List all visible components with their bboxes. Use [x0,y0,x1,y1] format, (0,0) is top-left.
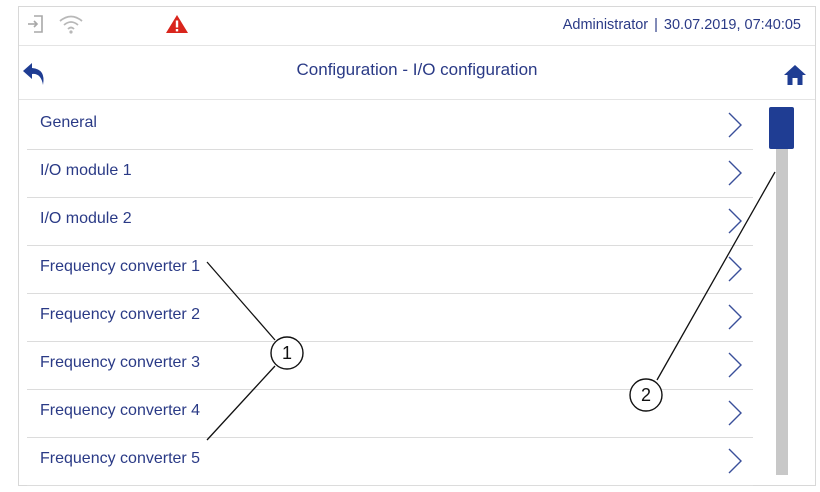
list-item-label: I/O module 2 [40,210,132,227]
page-title: Configuration - I/O configuration [296,60,538,79]
list-item-io-module-1[interactable]: I/O module 1 [27,150,753,198]
status-separator: | [654,17,658,33]
user-name: Administrator [562,17,649,33]
list-item-label: Frequency converter 3 [40,354,201,371]
list-item-frequency-converter-3[interactable]: Frequency converter 3 [27,342,753,390]
status-info: Administrator | 30.07.2019, 07:40:05 [563,17,801,33]
chevron-right-icon [728,208,742,234]
chevron-right-icon [728,448,742,474]
list-item-frequency-converter-2[interactable]: Frequency converter 2 [27,294,753,342]
list-item-frequency-converter-4[interactable]: Frequency converter 4 [27,390,753,438]
list-item-io-module-2[interactable]: I/O module 2 [27,198,753,246]
list-item-frequency-converter-5[interactable]: Frequency converter 5 [27,438,753,486]
chevron-right-icon [728,352,742,378]
chevron-right-icon [728,304,742,330]
chevron-right-icon [728,160,742,186]
chevron-right-icon [728,400,742,426]
title-bar: Configuration - I/O configuration [19,47,815,100]
warning-icon[interactable] [165,13,189,35]
list-item-label: I/O module 1 [40,162,132,179]
status-icons [25,13,189,35]
chevron-right-icon [728,256,742,282]
app-window: Administrator | 30.07.2019, 07:40:05 Confi… [18,6,816,486]
list-item-frequency-converter-1[interactable]: Frequency converter 1 [27,246,753,294]
date-time: 30.07.2019, 07:40:05 [663,17,801,33]
config-list: General I/O module 1 I/O module 2 Freque… [27,102,753,486]
list-item-label: Frequency converter 5 [40,450,201,467]
list-item-label: Frequency converter 1 [40,258,201,275]
list-item-label: General [40,114,97,131]
scrollbar-track[interactable] [776,107,788,475]
list-item-label: Frequency converter 2 [40,306,201,323]
chevron-right-icon [728,112,742,138]
scrollbar-thumb[interactable] [769,107,794,149]
login-icon [25,13,47,35]
home-icon[interactable] [783,63,807,87]
list-item-label: Frequency converter 4 [40,402,201,419]
wifi-icon [57,13,85,35]
status-bar: Administrator | 30.07.2019, 07:40:05 [19,7,815,46]
list-item-general[interactable]: General [27,102,753,150]
